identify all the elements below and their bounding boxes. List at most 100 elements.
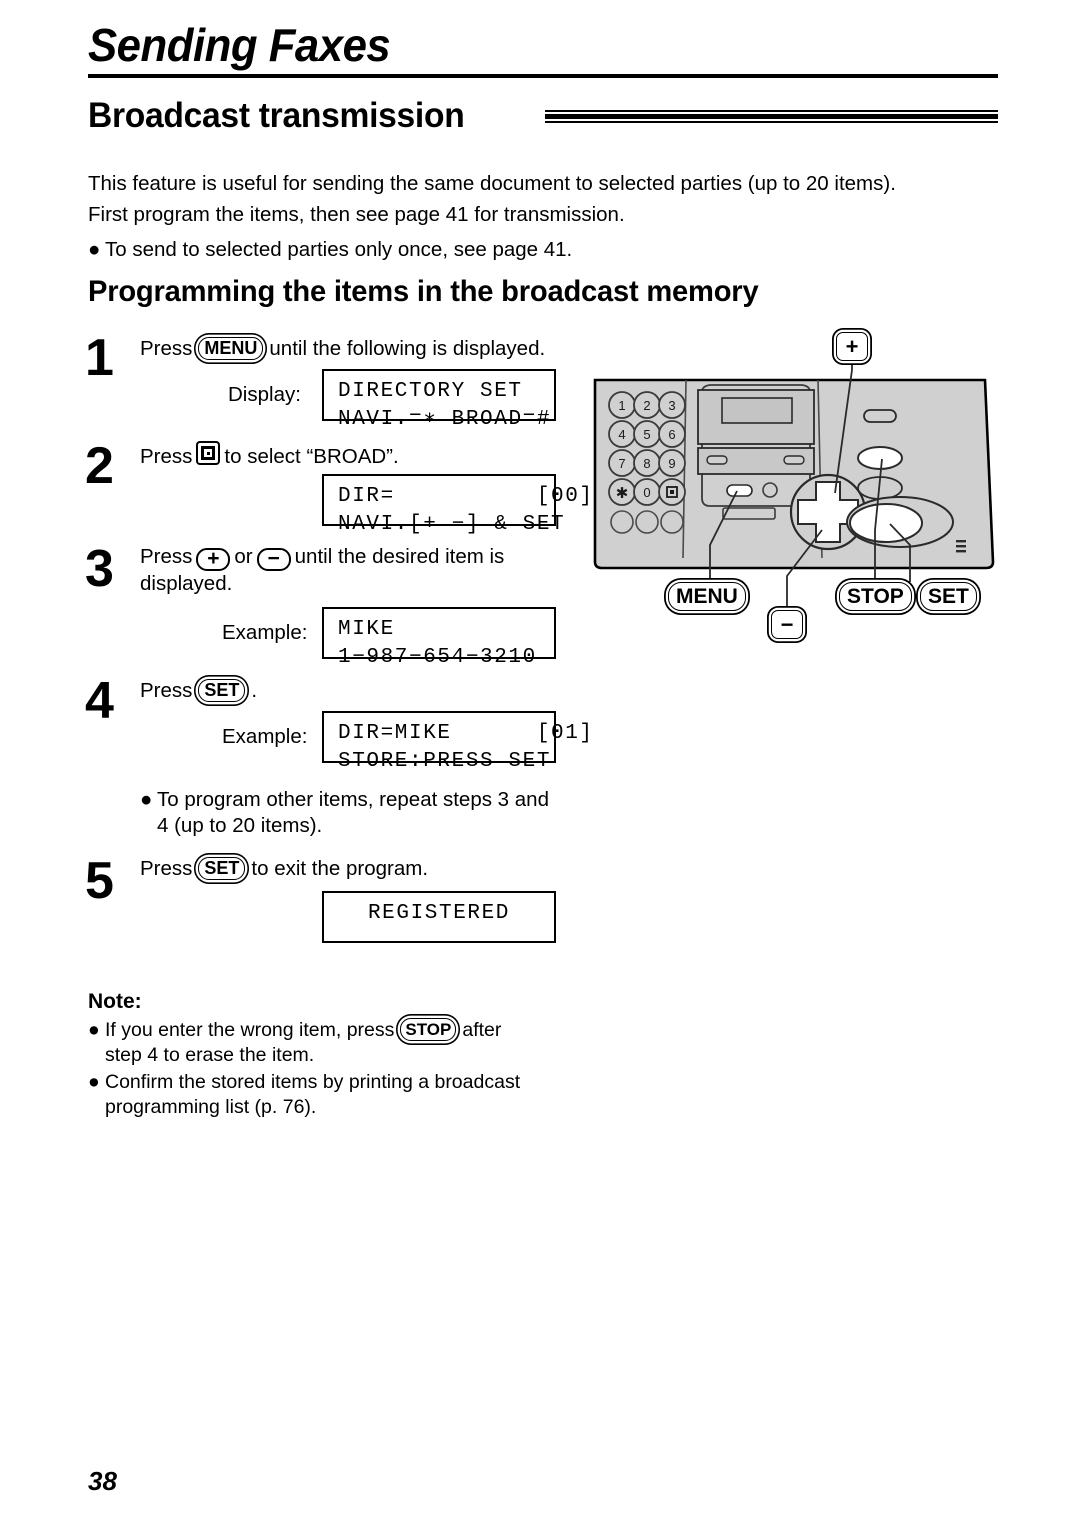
fax-machine-illustration: 1 2 3 4 5 6 7 8 9 ✱ 0 + − MENU STOP SET	[590, 330, 1000, 650]
lcd-band-button-left[interactable]	[706, 455, 728, 465]
step-2-display-box: DIR= [00] NAVI.[+ −] & SET	[322, 474, 592, 536]
intro-line-2: First program the items, then see page 4…	[88, 203, 625, 226]
keypad-label-7: 7	[618, 456, 625, 471]
note-list: ● If you enter the wrong item, press STOP…	[88, 1018, 568, 1122]
keypad-label-0: 0	[643, 485, 650, 500]
step-4-number: 4	[85, 672, 114, 730]
step-5-display-line-1: REGISTERED	[367, 902, 511, 925]
stop-key-inline[interactable]: STOP	[400, 1018, 457, 1041]
step-5-text-before: Press	[140, 857, 193, 880]
step-5-text-after: to exit the program.	[251, 857, 429, 880]
menu-key-inline[interactable]: MENU	[198, 337, 264, 360]
callout-menu-key[interactable]: MENU	[668, 582, 746, 611]
panel-menu-button[interactable]	[726, 484, 753, 497]
right-small-rounded-button[interactable]	[863, 409, 897, 423]
fax-keypad[interactable]: 1 2 3 4 5 6 7 8 9 ✱ 0	[608, 391, 686, 534]
step-3-text-before: Press	[140, 545, 193, 568]
callout-stop-key[interactable]: STOP	[839, 582, 912, 611]
step-2-number: 2	[85, 437, 114, 495]
step-4-display-label: Example:	[222, 725, 308, 748]
step-3-display-line-1: MIKE	[338, 618, 395, 641]
step-2-text-before: Press	[140, 445, 193, 468]
step-3-number: 3	[85, 540, 114, 598]
minus-key-inline[interactable]: −	[256, 548, 291, 571]
note-bullet-dot-icon-2: ●	[88, 1071, 100, 1093]
section-heading-rule	[545, 110, 998, 125]
callout-set-key[interactable]: SET	[920, 582, 977, 611]
step-1-text-before: Press	[140, 337, 193, 360]
keypad-blank-key-1[interactable]	[610, 510, 634, 534]
step-3-text-mid: or	[234, 545, 253, 568]
step-1-display-line-2: NAVI.=∗ BROAD=#	[338, 408, 552, 431]
keypad-label-4: 4	[618, 427, 625, 442]
note-item-1: ● If you enter the wrong item, press STOP…	[88, 1018, 568, 1068]
chapter-rule	[88, 74, 998, 78]
step-4-text: Press SET.	[140, 678, 570, 704]
note-item-2-line-2: programming list (p. 76).	[105, 1096, 317, 1118]
intro-line-1: This feature is useful for sending the s…	[88, 172, 896, 195]
step-4-display-line-1: DIR=MIKE [01]	[338, 722, 594, 745]
keypad-label-1: 1	[618, 398, 625, 413]
keypad-blank-key-2[interactable]	[635, 510, 659, 534]
repeat-note-bullet-dot-icon: ●	[140, 788, 153, 811]
procedure-heading: Programming the items in the broadcast m…	[88, 275, 759, 308]
note-item-1-after: after	[462, 1019, 502, 1041]
step-3-display-box: MIKE 1−987−654−3210	[322, 607, 556, 669]
bullet-dot-icon: ●	[88, 238, 101, 261]
note-item-1-line-2: step 4 to erase the item.	[105, 1044, 315, 1066]
step-1-display-line-1: DIRECTORY SET	[338, 380, 523, 403]
manual-page: Sending Faxes Broadcast transmission Thi…	[0, 0, 1080, 1526]
step-1-display-label: Display:	[228, 383, 301, 406]
intro-bullet-1-text: To send to selected parties only once, s…	[105, 238, 573, 261]
keypad-label-5: 5	[643, 427, 650, 442]
fax-lcd-module	[697, 384, 815, 507]
step-3-display-line-2: 1−987−654−3210	[338, 646, 537, 669]
step-1-number: 1	[85, 329, 114, 387]
step-5-text: Press SET to exit the program.	[140, 856, 570, 882]
step-2-display-line-2: NAVI.[+ −] & SET	[338, 513, 566, 536]
keypad-label-9: 9	[668, 456, 675, 471]
set-key-inline-step4[interactable]: SET	[198, 679, 246, 702]
speaker-grille-icon	[956, 540, 966, 553]
repeat-note-line-1: To program other items, repeat steps 3 a…	[157, 788, 549, 811]
panel-small-round-button[interactable]	[762, 482, 778, 498]
repeat-note: ● To program other items, repeat steps 3…	[140, 787, 580, 839]
step-1-text-after: until the following is displayed.	[269, 337, 546, 360]
keypad-label-3: 3	[668, 398, 675, 413]
intro-paragraph: This feature is useful for sending the s…	[88, 168, 993, 265]
lcd-band-button-right[interactable]	[783, 455, 805, 465]
step-3-text: Press + or − until the desired item is displ…	[140, 544, 580, 597]
step-4-display-line-2: STORE:PRESS SET	[338, 750, 552, 773]
panel-wide-button[interactable]	[722, 507, 776, 520]
intro-bullet-1: ● To send to selected parties only once,…	[88, 234, 993, 265]
chapter-title: Sending Faxes	[88, 19, 391, 71]
plus-key-inline[interactable]: +	[196, 548, 231, 571]
set-key-inline-step5[interactable]: SET	[198, 857, 246, 880]
keypad-blank-key-3[interactable]	[660, 510, 684, 534]
keypad-label-2: 2	[643, 398, 650, 413]
lcd-screen	[721, 397, 793, 424]
step-1-text: Press MENU until the following is displaye…	[140, 336, 570, 362]
note-bullet-dot-icon-1: ●	[88, 1019, 100, 1041]
step-4-text-after: .	[251, 679, 258, 702]
note-item-1-before: If you enter the wrong item, press	[105, 1019, 395, 1041]
step-5-display-box: REGISTERED	[322, 891, 556, 943]
stop-button-panel[interactable]	[857, 446, 903, 470]
step-2-text: Press to select “BROAD”.	[140, 441, 570, 470]
callout-plus-key[interactable]: +	[836, 332, 868, 361]
keypad-hash-glyph-center-icon	[670, 490, 674, 494]
step-3-display-label: Example:	[222, 621, 308, 644]
step-3-text-after-2: displayed.	[140, 572, 233, 595]
keypad-label-8: 8	[643, 456, 650, 471]
step-1-display-box: DIRECTORY SET NAVI.=∗ BROAD=#	[322, 369, 556, 431]
note-title: Note:	[88, 990, 142, 1013]
step-5-number: 5	[85, 852, 114, 910]
step-2-text-after: to select “BROAD”.	[224, 445, 399, 468]
step-4-text-before: Press	[140, 679, 193, 702]
keypad-label-asterisk: ✱	[616, 485, 629, 502]
hash-key-inline[interactable]	[196, 441, 221, 465]
step-4-display-box: DIR=MIKE [01] STORE:PRESS SET	[322, 711, 594, 773]
set-button-panel[interactable]	[849, 503, 923, 543]
callout-minus-key[interactable]: −	[771, 610, 803, 639]
section-heading: Broadcast transmission	[88, 96, 465, 135]
